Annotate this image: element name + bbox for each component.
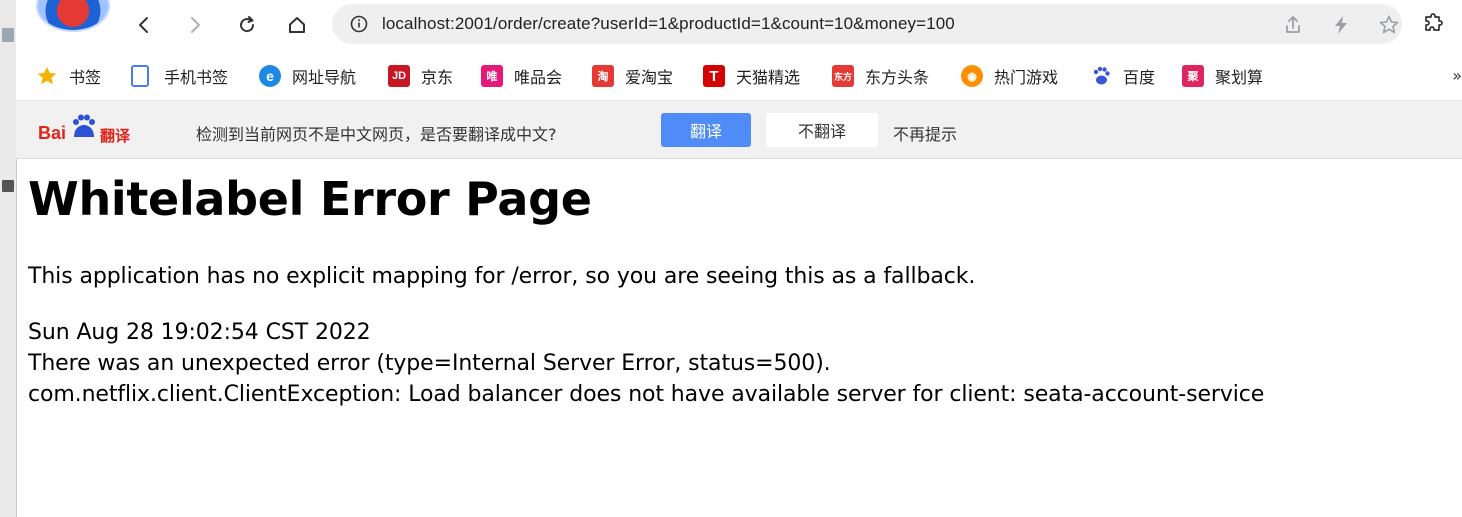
jd-icon: JD <box>388 65 410 87</box>
lightning-icon[interactable] <box>1330 14 1352 36</box>
site-info-icon[interactable] <box>350 15 368 33</box>
browser-toolbar: localhost:2001/order/create?userId=1&pro… <box>16 0 1462 52</box>
mobile-bookmark-icon <box>131 65 149 87</box>
bookmark-label: 爱淘宝 <box>625 68 674 87</box>
tmall-icon: T <box>703 65 725 87</box>
error-timestamp: Sun Aug 28 19:02:54 CST 2022 <box>28 320 371 345</box>
bookmark-item-juhuasuan[interactable]: 聚 聚划算 <box>1182 64 1263 88</box>
page-title: Whitelabel Error Page <box>28 172 592 226</box>
reload-icon <box>240 16 255 33</box>
forward-button[interactable] <box>180 10 210 40</box>
share-icon[interactable] <box>1282 14 1304 36</box>
game-icon: ◉ <box>961 65 983 87</box>
bookmark-item-vip[interactable]: 唯 唯品会 <box>481 64 562 88</box>
browser-window: localhost:2001/order/create?userId=1&pro… <box>16 0 1462 517</box>
extensions-puzzle-icon[interactable] <box>1422 12 1446 36</box>
baidu-paw-logo-icon <box>73 114 95 137</box>
bookmark-label: 聚划算 <box>1215 68 1264 87</box>
bookmark-item-tmall[interactable]: T 天猫精选 <box>703 64 800 88</box>
bookmark-label: 网址导航 <box>292 68 357 87</box>
background-window-fragment <box>2 180 14 192</box>
bookmark-star-icon[interactable] <box>1378 14 1400 36</box>
home-button[interactable] <box>282 10 312 40</box>
translate-prompt: 检测到当前网页不是中文网页，是否要翻译成中文? <box>196 125 557 144</box>
bookmark-label: 京东 <box>421 68 454 87</box>
fallback-message: This application has no explicit mapping… <box>28 264 976 289</box>
bookmark-label: 手机书签 <box>164 68 229 87</box>
bookmarks-more-button[interactable]: » <box>1452 66 1462 85</box>
reload-button[interactable] <box>232 10 262 40</box>
bookmark-item-taobao[interactable]: 淘 爱淘宝 <box>592 64 673 88</box>
profile-avatar[interactable] <box>36 0 110 32</box>
bookmark-label: 百度 <box>1123 68 1156 87</box>
bookmark-label: 天猫精选 <box>736 68 801 87</box>
exception-message: com.netflix.client.ClientException: Load… <box>28 382 1265 407</box>
bookmark-label: 热门游戏 <box>994 68 1059 87</box>
bookmark-item-baidu[interactable]: 百度 <box>1090 64 1155 88</box>
error-status-line: There was an unexpected error (type=Inte… <box>28 351 831 376</box>
bookmark-item-jd[interactable]: JD 京东 <box>388 64 453 88</box>
dont-ask-again-link[interactable]: 不再提示 <box>893 121 957 145</box>
baidu-translate-logo: Bai 翻译 <box>38 111 148 147</box>
translate-bar: Bai 翻译 检测到当前网页不是中文网页，是否要翻译成中文? 翻译 不翻译 不再… <box>16 101 1462 159</box>
bookmark-item-dftt[interactable]: 东方 东方头条 <box>832 64 929 88</box>
bookmark-label: 书签 <box>69 68 102 87</box>
forward-arrow-icon <box>191 17 200 33</box>
back-button[interactable] <box>129 10 159 40</box>
address-bar[interactable]: localhost:2001/order/create?userId=1&pro… <box>332 4 1402 44</box>
url-text[interactable]: localhost:2001/order/create?userId=1&pro… <box>382 14 955 34</box>
bookmark-item-nav[interactable]: e 网址导航 <box>259 64 356 88</box>
juhuasuan-icon: 聚 <box>1182 65 1204 87</box>
vip-icon: 唯 <box>481 65 503 87</box>
dftt-icon: 东方 <box>832 65 854 87</box>
translate-button[interactable]: 翻译 <box>661 113 751 147</box>
bookmark-item-games[interactable]: ◉ 热门游戏 <box>961 64 1058 88</box>
background-window-fragment <box>2 28 14 42</box>
bookmark-label: 东方头条 <box>865 68 930 87</box>
taobao-icon: 淘 <box>592 65 614 87</box>
home-icon <box>289 17 305 33</box>
baidu-paw-icon <box>1093 66 1110 85</box>
bookmark-item-shuqian[interactable]: 书签 <box>36 64 101 88</box>
bookmarks-bar: 书签 手机书签 e 网址导航 JD 京东 唯 唯品会 淘 爱淘宝 T 天猫精选 … <box>16 52 1462 101</box>
back-arrow-icon <box>139 17 148 33</box>
background-window-strip <box>0 0 17 517</box>
baidu-fanyi-text: 翻译 <box>100 127 131 145</box>
baidu-logo-text: Bai <box>38 123 67 143</box>
ie-icon: e <box>259 65 281 87</box>
bookmark-item-mobile[interactable]: 手机书签 <box>131 64 228 88</box>
no-translate-button[interactable]: 不翻译 <box>766 113 878 147</box>
bookmark-label: 唯品会 <box>514 68 563 87</box>
star-icon <box>37 67 57 85</box>
